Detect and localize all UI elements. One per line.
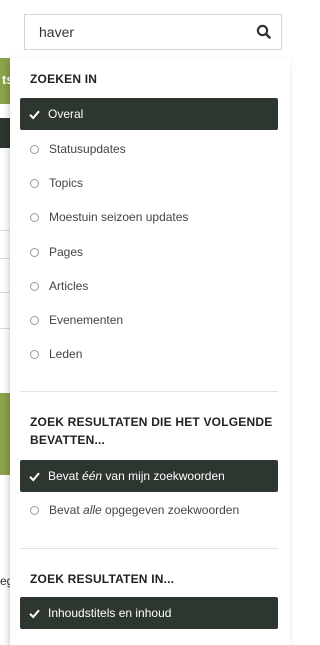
section-title-line: BEVATTEN... (30, 433, 106, 447)
check-icon (29, 472, 40, 481)
option-titles-and-content[interactable]: Inhoudstitels en inhoud (20, 597, 278, 629)
radio-icon (30, 315, 39, 325)
section-divider (20, 391, 278, 392)
search-options-dropdown: ZOEKEN IN Overal Statusupdates Topics Mo… (10, 58, 290, 645)
radio-icon (30, 349, 39, 359)
option-articles[interactable]: Articles (20, 270, 278, 302)
radio-icon (30, 505, 39, 515)
option-pages[interactable]: Pages (20, 236, 278, 268)
radio-icon (30, 212, 39, 222)
option-evenementen[interactable]: Evenementen (20, 304, 278, 336)
option-label: Leden (49, 347, 83, 361)
option-overal[interactable]: Overal (20, 98, 278, 130)
option-leden[interactable]: Leden (20, 338, 278, 370)
option-label: Bevat alle opgegeven zoekwoorden (49, 503, 239, 517)
section-divider (20, 548, 278, 549)
section-title-search-in: ZOEKEN IN (30, 72, 98, 86)
radio-icon (30, 144, 39, 154)
radio-icon (30, 247, 39, 257)
option-label: Inhoudstitels en inhoud (48, 606, 172, 620)
option-label: Pages (49, 245, 84, 259)
option-label: Articles (49, 279, 89, 293)
check-icon (29, 110, 40, 119)
option-label: Bevat één van mijn zoekwoorden (48, 469, 225, 483)
option-label: Topics (49, 176, 84, 190)
section-title-line: ZOEK RESULTATEN DIE HET VOLGENDE (30, 415, 273, 429)
option-label-prefix: Bevat (49, 503, 84, 517)
search-box (24, 14, 282, 50)
option-label-emphasis: alle (83, 503, 102, 517)
option-moestuin-seizoen-updates[interactable]: Moestuin seizoen updates (20, 201, 278, 233)
option-topics[interactable]: Topics (20, 167, 278, 199)
option-statusupdates[interactable]: Statusupdates (20, 133, 278, 165)
option-label-suffix: van mijn zoekwoorden (102, 469, 225, 483)
search-icon (256, 24, 271, 39)
option-label: Moestuin seizoen updates (49, 210, 189, 224)
option-contains-all[interactable]: Bevat alle opgegeven zoekwoorden (20, 494, 278, 526)
check-icon (29, 609, 40, 618)
section-title-results-in: ZOEK RESULTATEN IN... (30, 572, 175, 586)
search-button[interactable] (255, 23, 273, 41)
option-label: Statusupdates (49, 142, 126, 156)
option-contains-any[interactable]: Bevat één van mijn zoekwoorden (20, 460, 278, 492)
search-input[interactable] (39, 15, 239, 49)
option-label: Evenementen (49, 313, 124, 327)
section-title-contains: ZOEK RESULTATEN DIE HET VOLGENDE BEVATTE… (30, 413, 272, 449)
option-label-prefix: Bevat (48, 469, 83, 483)
radio-icon (30, 281, 39, 291)
option-label-suffix: opgegeven zoekwoorden (101, 503, 240, 517)
option-label-emphasis: één (82, 469, 103, 483)
radio-icon (30, 178, 39, 188)
option-label: Overal (48, 107, 84, 121)
